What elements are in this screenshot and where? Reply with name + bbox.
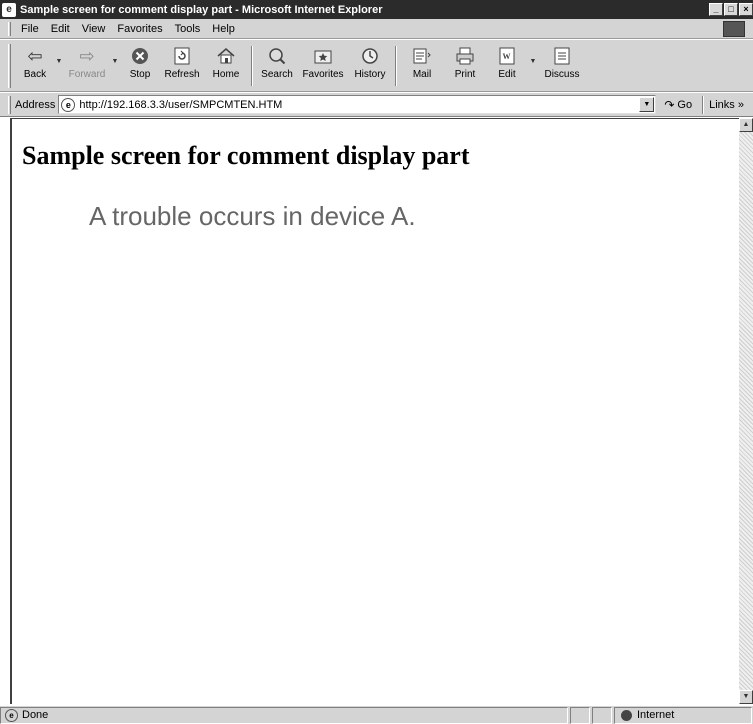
forward-arrow-icon: ⇨ xyxy=(79,45,95,66)
go-button[interactable]: ↷ Go xyxy=(664,98,692,112)
edit-dropdown[interactable]: ▼ xyxy=(527,40,539,90)
comment-display: A trouble occurs in device A. xyxy=(89,201,416,231)
address-bar: Address e http://192.168.3.3/user/SMPCMT… xyxy=(0,93,753,117)
menu-view[interactable]: View xyxy=(76,23,112,35)
favorites-label: Favorites xyxy=(302,69,344,80)
address-input[interactable]: e http://192.168.3.3/user/SMPCMTEN.HTM ▼ xyxy=(58,95,657,114)
toolbar-separator xyxy=(395,46,397,86)
history-button[interactable]: History xyxy=(349,40,391,90)
security-zone[interactable]: Internet xyxy=(614,706,752,724)
discuss-label: Discuss xyxy=(544,69,580,80)
page-content: Sample screen for comment display part A… xyxy=(10,118,739,704)
menubar-grip[interactable] xyxy=(8,21,11,36)
menu-help[interactable]: Help xyxy=(206,23,241,35)
menu-file[interactable]: File xyxy=(15,23,45,35)
svg-text:W: W xyxy=(503,52,511,61)
links-button[interactable]: Links » xyxy=(709,99,744,111)
stop-button[interactable]: Stop xyxy=(121,40,159,90)
history-clock-icon xyxy=(358,45,382,67)
scroll-up-button[interactable]: ▲ xyxy=(739,118,753,132)
menu-bar: File Edit View Favorites Tools Help xyxy=(0,19,753,39)
minimize-button[interactable]: _ xyxy=(709,3,723,16)
go-label: Go xyxy=(677,98,693,111)
discuss-button[interactable]: Discuss xyxy=(539,40,585,90)
window-title: Sample screen for comment display part -… xyxy=(20,3,383,16)
close-button[interactable]: × xyxy=(739,3,753,16)
home-icon xyxy=(214,45,238,67)
history-label: History xyxy=(354,69,386,80)
favorites-button[interactable]: Favorites xyxy=(297,40,349,90)
ie-app-icon: e xyxy=(2,2,16,17)
toolbar-grip[interactable] xyxy=(8,44,11,88)
edit-button[interactable]: W Edit xyxy=(487,40,527,90)
refresh-button[interactable]: Refresh xyxy=(159,40,205,90)
address-label: Address xyxy=(15,98,56,111)
vertical-scrollbar[interactable]: ▲ ▼ xyxy=(739,118,753,704)
page-heading: Sample screen for comment display part xyxy=(22,141,470,170)
forward-button[interactable]: ⇨ Forward xyxy=(65,40,109,90)
menu-favorites[interactable]: Favorites xyxy=(111,23,168,35)
status-main-panel: e Done xyxy=(0,706,568,724)
stop-label: Stop xyxy=(129,69,151,80)
search-globe-icon xyxy=(265,45,289,67)
address-dropdown-button[interactable]: ▼ xyxy=(639,97,655,112)
home-button[interactable]: Home xyxy=(205,40,247,90)
refresh-label: Refresh xyxy=(164,69,200,80)
search-button[interactable]: Search xyxy=(257,40,297,90)
print-button[interactable]: Print xyxy=(443,40,487,90)
addressbar-grip[interactable] xyxy=(8,95,11,114)
status-cell-security xyxy=(592,706,612,724)
go-arrow-icon: ↷ xyxy=(664,97,675,112)
printer-icon xyxy=(453,45,477,67)
title-bar: e Sample screen for comment display part… xyxy=(0,0,753,19)
refresh-icon xyxy=(170,45,194,67)
forward-dropdown[interactable]: ▼ xyxy=(109,40,121,90)
mail-label: Mail xyxy=(412,69,432,80)
internet-globe-icon xyxy=(621,709,632,721)
forward-label: Forward xyxy=(68,69,106,80)
back-button[interactable]: ⇦ Back xyxy=(17,40,53,90)
back-arrow-icon: ⇦ xyxy=(27,45,43,66)
mail-icon xyxy=(410,45,434,67)
mail-button[interactable]: Mail xyxy=(401,40,443,90)
windows-logo-throbber xyxy=(723,20,745,37)
standard-toolbar: ⇦ Back ▼ ⇨ Forward ▼ Stop Refresh Home S… xyxy=(0,40,753,92)
discuss-icon xyxy=(550,45,574,67)
maximize-button[interactable]: □ xyxy=(724,3,738,16)
home-label: Home xyxy=(212,69,240,80)
search-label: Search xyxy=(261,69,293,80)
status-cell-progress xyxy=(570,706,590,724)
menu-tools[interactable]: Tools xyxy=(169,23,207,35)
edit-label: Edit xyxy=(498,69,516,80)
status-text: Done xyxy=(22,709,49,721)
page-icon: e xyxy=(61,97,76,112)
favorites-star-icon xyxy=(311,45,335,67)
address-url[interactable]: http://192.168.3.3/user/SMPCMTEN.HTM xyxy=(79,99,282,111)
back-label: Back xyxy=(23,69,47,80)
window-controls: _ □ × xyxy=(709,3,753,16)
page-status-icon: e xyxy=(5,708,18,722)
back-dropdown[interactable]: ▼ xyxy=(53,40,65,90)
edit-document-icon: W xyxy=(495,45,519,67)
print-label: Print xyxy=(454,69,476,80)
scroll-down-button[interactable]: ▼ xyxy=(739,690,753,704)
zone-label: Internet xyxy=(637,709,675,721)
toolbar-separator xyxy=(251,46,253,86)
stop-icon xyxy=(128,45,152,67)
links-separator xyxy=(702,95,705,114)
menu-edit[interactable]: Edit xyxy=(45,23,76,35)
status-bar: e Done Internet xyxy=(0,705,753,724)
